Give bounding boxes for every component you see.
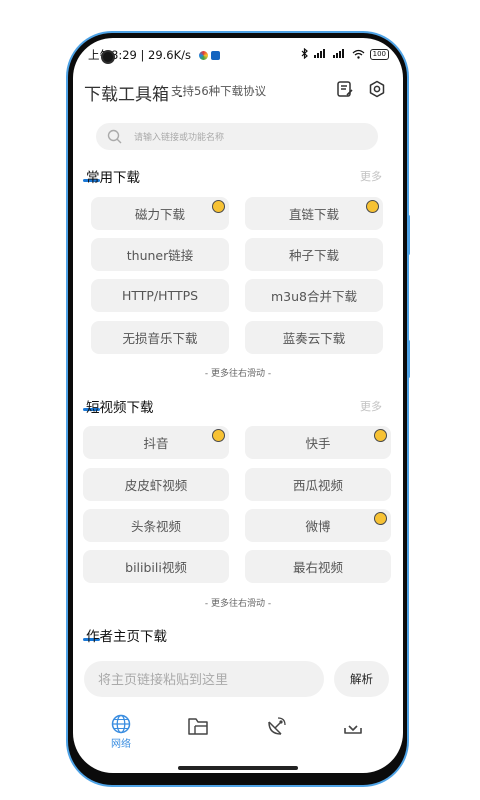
section-title-author: 作者主页下载 xyxy=(86,629,167,645)
video-item-weibo[interactable]: 微博 xyxy=(245,509,391,542)
vip-badge-icon xyxy=(366,200,379,213)
common-item-lossless-music[interactable]: 无损音乐下载 xyxy=(91,321,229,354)
item-label: m3u8合并下载 xyxy=(270,289,357,304)
item-label: 最右视频 xyxy=(292,560,343,575)
video-item-bilibili[interactable]: bilibili视频 xyxy=(83,550,229,583)
item-label: 磁力下载 xyxy=(134,207,185,222)
item-label: 抖音 xyxy=(143,436,169,451)
item-label: HTTP/HTTPS xyxy=(121,288,199,303)
search-input[interactable] xyxy=(132,126,371,149)
common-item-http[interactable]: HTTP/HTTPS xyxy=(91,279,229,312)
common-item-magnet[interactable]: 磁力下载 xyxy=(91,197,229,230)
settings-gear-icon[interactable] xyxy=(368,80,388,100)
section-title-common: 常用下载 xyxy=(86,170,140,186)
signal-icon xyxy=(332,49,347,60)
app-header: 下载工具箱 - 支持56种下载协议 xyxy=(84,80,394,105)
video-item-toutiao[interactable]: 头条视频 xyxy=(83,509,229,542)
volume-button xyxy=(407,215,410,255)
nav-item-network[interactable]: 网络 xyxy=(101,714,141,754)
item-label: 种子下载 xyxy=(288,248,339,263)
vip-badge-icon xyxy=(212,200,225,213)
common-more-link[interactable]: 更多 xyxy=(360,168,382,184)
vip-badge-icon xyxy=(374,512,387,525)
vip-badge-icon xyxy=(212,429,225,442)
app-notification-icon xyxy=(199,51,208,60)
homepage-link-input[interactable] xyxy=(96,669,322,691)
item-label: 无损音乐下载 xyxy=(122,331,198,346)
status-bar: 上午8:29 | 29.6K/s 100 xyxy=(73,38,403,70)
video-item-zuiyou[interactable]: 最右视频 xyxy=(245,550,391,583)
note-edit-icon[interactable] xyxy=(336,80,356,100)
short-video-more-link[interactable]: 更多 xyxy=(360,398,382,414)
item-label: 头条视频 xyxy=(130,519,181,534)
power-button xyxy=(407,340,410,378)
item-label: 微博 xyxy=(305,519,331,534)
wifi-icon xyxy=(352,49,365,61)
page-title: 下载工具箱 - xyxy=(84,80,183,105)
globe-icon xyxy=(111,714,131,734)
status-indicators: 100 xyxy=(301,47,389,61)
item-label: 蓝奏云下载 xyxy=(282,331,346,346)
video-item-douyin[interactable]: 抖音 xyxy=(83,426,229,459)
download-tray-icon xyxy=(344,725,362,734)
nav-label-network: 网络 xyxy=(111,739,131,750)
scroll-hint: - 更多往右滑动 - xyxy=(204,599,272,609)
bluetooth-icon xyxy=(301,47,309,61)
bottom-nav: 网络 xyxy=(73,714,403,758)
item-label: 快手 xyxy=(305,436,331,451)
common-item-m3u8[interactable]: m3u8合并下载 xyxy=(245,279,383,312)
item-label: 西瓜视频 xyxy=(292,478,343,493)
nav-item-remote[interactable] xyxy=(256,716,296,756)
home-indicator[interactable] xyxy=(178,766,298,770)
app-screen: 上午8:29 | 29.6K/s 100 下载工具箱 - 支持56种下载协议 请… xyxy=(73,38,403,773)
homepage-link-box[interactable] xyxy=(84,661,324,697)
common-item-thunder[interactable]: thuner链接 xyxy=(91,238,229,271)
common-item-torrent[interactable]: 种子下载 xyxy=(245,238,383,271)
vip-badge-icon xyxy=(374,429,387,442)
video-item-kuaishou[interactable]: 快手 xyxy=(245,426,391,459)
item-label: 直链下载 xyxy=(288,207,339,222)
scroll-hint: - 更多往右滑动 - xyxy=(204,369,272,379)
nav-item-downloads[interactable] xyxy=(333,716,373,756)
battery-indicator: 100 xyxy=(369,49,389,60)
common-item-direct-link[interactable]: 直链下载 xyxy=(245,197,383,230)
item-label: 皮皮虾视频 xyxy=(124,478,188,493)
nav-item-files[interactable] xyxy=(178,716,218,756)
video-item-pipixia[interactable]: 皮皮虾视频 xyxy=(83,468,229,501)
satellite-icon xyxy=(268,717,286,735)
search-icon xyxy=(107,129,122,144)
app-notification-icon xyxy=(211,51,220,60)
item-label: bilibili视频 xyxy=(125,560,187,575)
page-title-text: 下载工具箱 xyxy=(84,85,169,105)
front-camera xyxy=(101,50,115,64)
video-item-xigua[interactable]: 西瓜视频 xyxy=(245,468,391,501)
parse-button[interactable]: 解析 xyxy=(334,661,389,697)
search-bar[interactable] xyxy=(96,123,378,150)
section-title-short-video: 短视频下载 xyxy=(86,400,154,416)
status-app-icons xyxy=(199,50,223,63)
signal-icon xyxy=(313,49,328,60)
common-item-lanzou[interactable]: 蓝奏云下载 xyxy=(245,321,383,354)
folder-icon xyxy=(188,718,208,735)
page-subtitle: 支持56种下载协议 xyxy=(171,84,267,98)
item-label: thuner链接 xyxy=(126,248,194,263)
